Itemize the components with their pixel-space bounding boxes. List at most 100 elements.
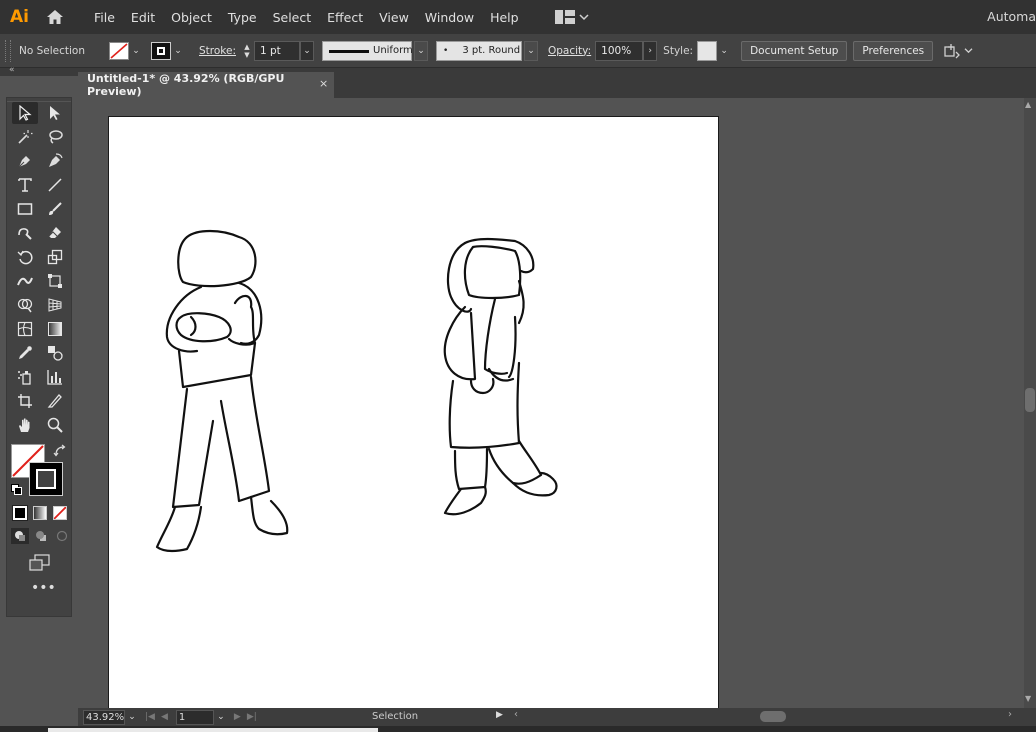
vertical-scrollbar[interactable]: ▲ ▼ bbox=[1024, 98, 1036, 708]
menu-help[interactable]: Help bbox=[482, 10, 527, 25]
style-label: Style: bbox=[663, 44, 694, 57]
draw-normal-icon[interactable] bbox=[11, 528, 29, 544]
free-transform-tool-icon[interactable] bbox=[42, 270, 68, 292]
gradient-tool-icon[interactable] bbox=[42, 318, 68, 340]
variable-width-profile[interactable]: Uniform bbox=[322, 40, 413, 61]
next-artboard-icon[interactable]: ▶ bbox=[234, 712, 241, 722]
brush-definition[interactable]: • 3 pt. Round bbox=[436, 40, 522, 61]
blend-tool-icon[interactable] bbox=[42, 342, 68, 364]
mesh-tool-icon[interactable] bbox=[12, 318, 38, 340]
scroll-down-arrow-icon[interactable]: ▼ bbox=[1025, 694, 1031, 703]
menu-type[interactable]: Type bbox=[220, 10, 265, 25]
horizontal-scroll-thumb[interactable] bbox=[760, 711, 786, 722]
vertical-scroll-thumb[interactable] bbox=[1025, 388, 1035, 412]
app-logo: Ai bbox=[10, 7, 29, 27]
preferences-button[interactable]: Preferences bbox=[853, 40, 934, 61]
symbol-sprayer-tool-icon[interactable] bbox=[12, 366, 38, 388]
menu-object[interactable]: Object bbox=[163, 10, 220, 25]
menu-view[interactable]: View bbox=[371, 10, 417, 25]
column-graph-tool-icon[interactable] bbox=[42, 366, 68, 388]
stroke-dropdown-chevron-icon[interactable]: ⌄ bbox=[171, 42, 185, 60]
opacity-input[interactable]: 100% bbox=[595, 40, 644, 61]
fill-none-swatch[interactable] bbox=[109, 41, 129, 60]
collapse-panels-icon[interactable]: « bbox=[9, 65, 15, 75]
none-mode-button[interactable] bbox=[53, 506, 67, 520]
change-screen-mode-icon[interactable] bbox=[29, 554, 51, 572]
shape-builder-tool-icon[interactable] bbox=[12, 294, 38, 316]
home-icon[interactable] bbox=[44, 7, 66, 27]
rotate-tool-icon[interactable] bbox=[12, 246, 38, 268]
opacity-chevron-icon[interactable]: › bbox=[643, 40, 658, 61]
artboard-chevron-icon[interactable]: ⌄ bbox=[214, 710, 228, 725]
stroke-stepper-icon[interactable]: ▲ ▼ bbox=[242, 41, 252, 61]
workspace-switcher[interactable] bbox=[554, 10, 589, 24]
scroll-right-arrow-icon[interactable]: › bbox=[1008, 709, 1012, 720]
pen-tool-icon[interactable] bbox=[12, 150, 38, 172]
graphic-style-swatch[interactable] bbox=[697, 40, 718, 61]
perspective-grid-tool-icon[interactable] bbox=[42, 294, 68, 316]
zoom-chevron-icon[interactable]: ⌄ bbox=[125, 710, 139, 725]
stroke-swatch[interactable] bbox=[151, 41, 171, 60]
eyedropper-tool-icon[interactable] bbox=[12, 342, 38, 364]
menu-file[interactable]: File bbox=[86, 10, 123, 25]
eraser-tool-icon[interactable] bbox=[42, 222, 68, 244]
status-menu-arrow-icon[interactable]: ▶ bbox=[496, 710, 503, 720]
stroke-swatch-icon[interactable] bbox=[29, 462, 63, 496]
menu-window[interactable]: Window bbox=[417, 10, 482, 25]
menu-bar: Ai File Edit Object Type Select Effect V… bbox=[0, 0, 1036, 34]
menu-select[interactable]: Select bbox=[265, 10, 320, 25]
color-mode-button[interactable] bbox=[12, 505, 28, 521]
width-tool-icon[interactable] bbox=[12, 270, 38, 292]
last-artboard-icon[interactable]: ▶| bbox=[247, 712, 257, 722]
arrange-documents-icon[interactable] bbox=[943, 43, 973, 59]
artboard-tool-icon[interactable] bbox=[12, 390, 38, 412]
bottom-edge bbox=[0, 726, 1036, 732]
hand-tool-icon[interactable] bbox=[12, 414, 38, 436]
profile-chevron-icon[interactable]: ⌄ bbox=[414, 40, 428, 61]
previous-artboard-icon[interactable]: ◀ bbox=[161, 712, 168, 722]
canvas-area[interactable] bbox=[78, 98, 1024, 708]
line-tool-icon[interactable] bbox=[42, 174, 68, 196]
artboard-number-input[interactable]: 1 bbox=[175, 709, 214, 725]
default-fill-stroke-icon[interactable] bbox=[11, 484, 23, 496]
paintbrush-tool-icon[interactable] bbox=[42, 198, 68, 220]
stroke-label[interactable]: Stroke: bbox=[199, 45, 236, 57]
menu-edit[interactable]: Edit bbox=[123, 10, 163, 25]
direct-selection-tool-icon[interactable] bbox=[42, 102, 68, 124]
opacity-label[interactable]: Opacity: bbox=[548, 45, 591, 57]
chevron-down-icon bbox=[579, 14, 589, 21]
edit-toolbar-icon[interactable]: ••• bbox=[31, 581, 56, 595]
current-tool-status[interactable]: Selection bbox=[372, 711, 418, 722]
draw-inside-icon[interactable] bbox=[53, 528, 71, 544]
magic-wand-tool-icon[interactable] bbox=[12, 126, 38, 148]
scroll-left-arrow-icon[interactable]: ‹ bbox=[514, 709, 518, 720]
lasso-tool-icon[interactable] bbox=[42, 126, 68, 148]
fill-dropdown-chevron-icon[interactable]: ⌄ bbox=[129, 42, 143, 60]
document-setup-button[interactable]: Document Setup bbox=[741, 40, 848, 61]
workspace-name[interactable]: Automa bbox=[987, 9, 1036, 24]
swap-fill-stroke-icon[interactable] bbox=[53, 444, 67, 458]
artboard[interactable] bbox=[108, 116, 719, 708]
style-chevron-icon[interactable]: ⌄ bbox=[717, 42, 731, 60]
curvature-tool-icon[interactable] bbox=[42, 150, 68, 172]
brush-chevron-icon[interactable]: ⌄ bbox=[524, 40, 538, 61]
control-bar: No Selection ⌄ ⌄ Stroke: ▲ ▼ 1 pt ⌄ Unifo… bbox=[0, 34, 1036, 68]
first-artboard-icon[interactable]: |◀ bbox=[145, 712, 155, 722]
shaper-tool-icon[interactable] bbox=[12, 222, 38, 244]
scale-tool-icon[interactable] bbox=[42, 246, 68, 268]
panel-grip[interactable] bbox=[5, 39, 11, 62]
rectangle-tool-icon[interactable] bbox=[12, 198, 38, 220]
menu-effect[interactable]: Effect bbox=[319, 10, 371, 25]
close-tab-icon[interactable]: × bbox=[319, 77, 328, 90]
selection-tool-icon[interactable] bbox=[12, 102, 38, 124]
slice-tool-icon[interactable] bbox=[42, 390, 68, 412]
scroll-up-arrow-icon[interactable]: ▲ bbox=[1025, 100, 1031, 109]
stroke-weight-chevron-icon[interactable]: ⌄ bbox=[300, 40, 314, 61]
zoom-tool-icon[interactable] bbox=[42, 414, 68, 436]
gradient-mode-button[interactable] bbox=[33, 506, 47, 520]
stroke-weight-input[interactable]: 1 pt bbox=[254, 40, 300, 61]
zoom-level-input[interactable]: 43.92% bbox=[83, 709, 125, 725]
document-tab[interactable]: Untitled-1* @ 43.92% (RGB/GPU Preview) bbox=[78, 72, 334, 98]
draw-behind-icon[interactable] bbox=[32, 528, 50, 544]
type-tool-icon[interactable] bbox=[12, 174, 38, 196]
